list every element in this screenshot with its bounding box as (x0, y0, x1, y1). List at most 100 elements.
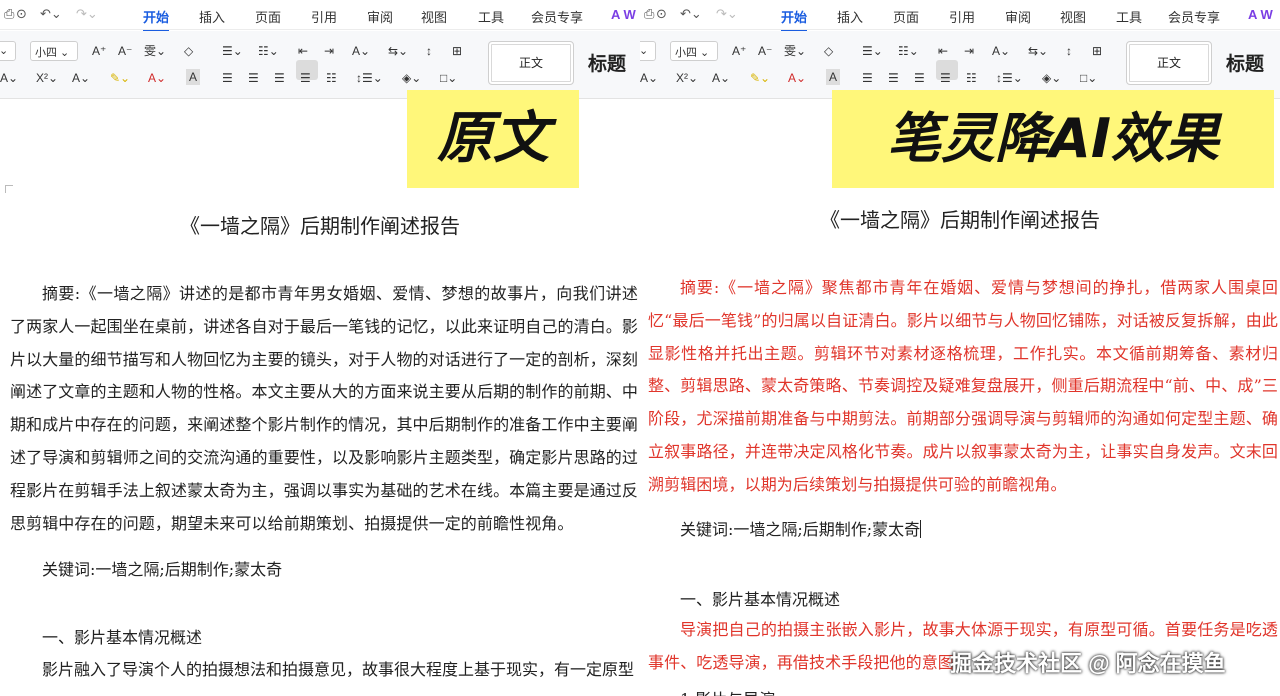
subscript-icon[interactable]: A⌄ (0, 71, 18, 85)
wps-ai-icon[interactable]: A W (1248, 7, 1273, 22)
font-color-icon[interactable]: A⌄ (788, 71, 806, 85)
tab-member[interactable]: 会员专享 (531, 7, 583, 26)
subsection-heading: 1.影片与导演 (680, 686, 775, 696)
outdent-icon[interactable]: ⇤ (298, 44, 308, 58)
line-sort-icon[interactable]: ↕ (1066, 44, 1072, 58)
grow-font-icon[interactable]: A⁺ (92, 44, 106, 58)
text-direction-icon[interactable]: A⌄ (992, 44, 1010, 58)
distributed-icon[interactable]: ☷ (326, 71, 337, 85)
font-name-select[interactable]: ⌄ (0, 41, 16, 61)
style-heading-button[interactable]: 标题 (588, 49, 626, 76)
search-icon[interactable]: ⊙ (656, 6, 667, 22)
tab-view[interactable]: 视图 (421, 7, 447, 26)
show-marks-icon[interactable]: ⊞ (1092, 44, 1102, 58)
print-preview-icon[interactable]: ⎙ (4, 6, 14, 22)
document-title: 《一墙之隔》后期制作阐述报告 (820, 208, 1100, 232)
align-center-icon[interactable]: ☰ (248, 71, 259, 85)
tab-page[interactable]: 页面 (255, 7, 281, 26)
font-size-select[interactable]: 小四 ⌄ (670, 41, 718, 61)
wps-ai-icon[interactable]: A W (611, 7, 636, 22)
text-cursor (920, 520, 922, 538)
tab-view[interactable]: 视图 (1060, 7, 1086, 26)
document-title: 《一墙之隔》后期制作阐述报告 (180, 214, 460, 238)
effects-icon[interactable]: A⌄ (72, 71, 90, 85)
highlight-icon[interactable]: ✎⌄ (750, 71, 770, 85)
section-heading: 一、影片基本情况概述 (680, 590, 841, 609)
ai-effect-badge: 笔灵降AI效果 (832, 90, 1274, 188)
subscript-icon[interactable]: A⌄ (640, 71, 658, 85)
tab-home[interactable]: 开始 (143, 7, 170, 32)
border-icon[interactable]: □⌄ (1080, 71, 1097, 85)
tab-home[interactable]: 开始 (781, 7, 808, 32)
undo-icon[interactable]: ↶⌄ (680, 6, 702, 22)
shrink-font-icon[interactable]: A⁻ (118, 44, 132, 58)
shrink-font-icon[interactable]: A⁻ (758, 44, 772, 58)
watermark-text: 掘金技术社区 @ 阿念在摸鱼 (950, 651, 1226, 676)
effects-icon[interactable]: A⌄ (712, 71, 730, 85)
number-list-icon[interactable]: ☷⌄ (258, 44, 279, 58)
tab-insert[interactable]: 插入 (837, 7, 863, 26)
align-left-icon[interactable]: ☰ (222, 71, 233, 85)
text-direction-icon[interactable]: A⌄ (352, 44, 370, 58)
line-sort-icon[interactable]: ↕ (426, 44, 432, 58)
font-size-select[interactable]: 小四 ⌄ (30, 41, 78, 61)
original-badge: 原文 (407, 90, 579, 188)
undo-icon[interactable]: ↶⌄ (40, 6, 62, 22)
char-shading-icon[interactable]: A (186, 69, 201, 85)
align-center-icon[interactable]: ☰ (888, 71, 899, 85)
align-right-icon[interactable]: ☰ (914, 71, 925, 85)
redo-icon[interactable]: ↷⌄ (716, 6, 738, 22)
sort-icon[interactable]: ⇆⌄ (1028, 44, 1048, 58)
print-preview-icon[interactable]: ⎙ (644, 6, 654, 22)
bullet-list-icon[interactable]: ☰⌄ (222, 44, 243, 58)
keywords-line: 关键词:一墙之隔;后期制作;蒙太奇 (42, 560, 283, 579)
style-normal-button[interactable]: 正文 (488, 41, 574, 85)
grow-font-icon[interactable]: A⁺ (732, 44, 746, 58)
tab-tools[interactable]: 工具 (1116, 7, 1142, 26)
line-spacing-icon[interactable]: ↕☰⌄ (996, 71, 1023, 85)
border-icon[interactable]: □⌄ (440, 71, 457, 85)
font-name-select[interactable]: ⌄ (640, 41, 656, 61)
search-icon[interactable]: ⊙ (16, 6, 27, 22)
original-document-panel: ⎙ ⊙ ↶⌄ ↷⌄ 开始 插入 页面 引用 审阅 视图 工具 会员专享 A W … (0, 0, 640, 696)
tab-review[interactable]: 审阅 (1005, 7, 1031, 26)
phonetic-icon[interactable]: 雯⌄ (144, 44, 166, 58)
shading-icon[interactable]: ◈⌄ (402, 71, 421, 85)
sort-icon[interactable]: ⇆⌄ (388, 44, 408, 58)
align-left-icon[interactable]: ☰ (862, 71, 873, 85)
superscript-icon[interactable]: X²⌄ (36, 71, 58, 85)
formatting-toolbar: ⌄ 小四 ⌄ A⁺ A⁻ 雯⌄ ◇ ☰⌄ ☷⌄ ⇤ ⇥ A⌄ ⇆⌄ ↕ ⊞ A⌄… (0, 31, 640, 99)
rewritten-document-panel: ⎙ ⊙ ↶⌄ ↷⌄ 开始 插入 页面 引用 审阅 视图 工具 会员专享 A W … (640, 0, 1280, 696)
formatting-toolbar: ⌄ 小四 ⌄ A⁺ A⁻ 雯⌄ ◇ ☰⌄ ☷⌄ ⇤ ⇥ A⌄ ⇆⌄ ↕ ⊞ A⌄… (640, 31, 1280, 99)
distributed-icon[interactable]: ☷ (966, 71, 977, 85)
justify-icon[interactable]: ☰ (300, 71, 311, 85)
tab-tools[interactable]: 工具 (478, 7, 504, 26)
outdent-icon[interactable]: ⇤ (938, 44, 948, 58)
clear-format-icon[interactable]: ◇ (184, 44, 193, 58)
number-list-icon[interactable]: ☷⌄ (898, 44, 919, 58)
justify-icon[interactable]: ☰ (940, 71, 951, 85)
indent-icon[interactable]: ⇥ (964, 44, 974, 58)
tab-references[interactable]: 引用 (949, 7, 975, 26)
tab-references[interactable]: 引用 (311, 7, 337, 26)
bullet-list-icon[interactable]: ☰⌄ (862, 44, 883, 58)
style-heading-button[interactable]: 标题 (1226, 49, 1264, 76)
style-normal-button[interactable]: 正文 (1126, 41, 1212, 85)
tab-member[interactable]: 会员专享 (1168, 7, 1220, 26)
align-right-icon[interactable]: ☰ (274, 71, 285, 85)
shading-icon[interactable]: ◈⌄ (1042, 71, 1061, 85)
indent-icon[interactable]: ⇥ (324, 44, 334, 58)
phonetic-icon[interactable]: 雯⌄ (784, 44, 806, 58)
superscript-icon[interactable]: X²⌄ (676, 71, 698, 85)
clear-format-icon[interactable]: ◇ (824, 44, 833, 58)
tab-review[interactable]: 审阅 (367, 7, 393, 26)
show-marks-icon[interactable]: ⊞ (452, 44, 462, 58)
tab-insert[interactable]: 插入 (199, 7, 225, 26)
font-color-icon[interactable]: A⌄ (148, 71, 166, 85)
line-spacing-icon[interactable]: ↕☰⌄ (356, 71, 383, 85)
tab-page[interactable]: 页面 (893, 7, 919, 26)
redo-icon[interactable]: ↷⌄ (76, 6, 98, 22)
highlight-icon[interactable]: ✎⌄ (110, 71, 130, 85)
char-shading-icon[interactable]: A (826, 69, 841, 85)
abstract-paragraph: 摘要:《一墙之隔》讲述的是都市青年男女婚姻、爱情、梦想的故事片，向我们讲述了两家… (10, 284, 638, 533)
